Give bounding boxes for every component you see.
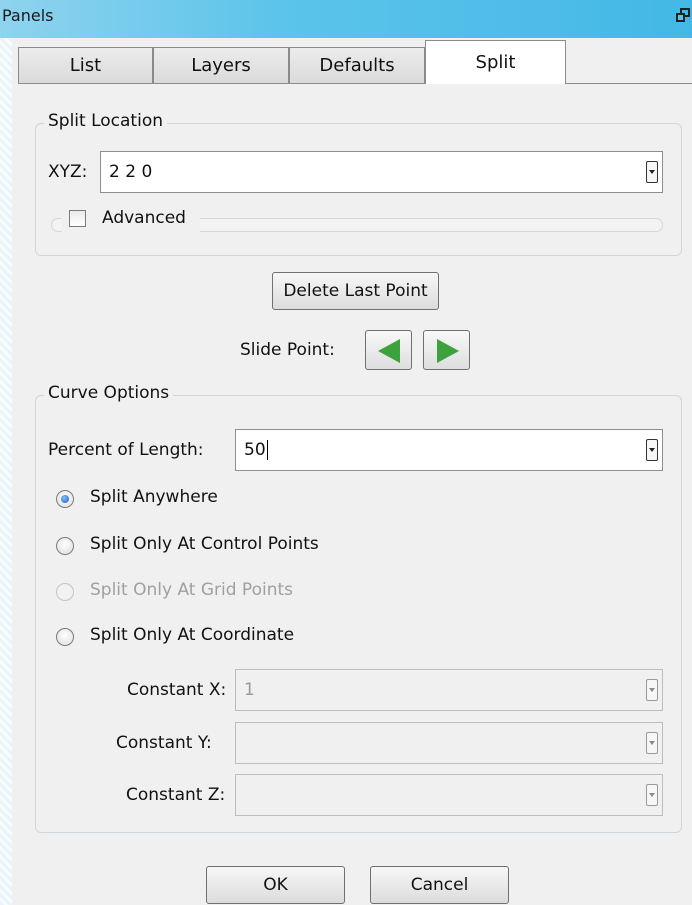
xyz-value: 2 2 0 xyxy=(109,162,153,182)
radio-split-coordinate-label: Split Only At Coordinate xyxy=(90,625,295,645)
advanced-checkbox[interactable] xyxy=(69,210,86,227)
constant-z-input[interactable] xyxy=(235,774,663,816)
radio-split-grid-points xyxy=(56,583,74,601)
percent-of-length-value: 50 xyxy=(244,440,266,460)
ok-button[interactable]: OK xyxy=(206,866,345,904)
tab-split[interactable]: Split xyxy=(425,40,566,84)
slide-point-right-button[interactable] xyxy=(423,330,470,370)
arrow-left-icon xyxy=(378,339,400,363)
panel-title: Panels xyxy=(2,5,54,25)
xyz-input[interactable]: 2 2 0 xyxy=(100,151,663,193)
constant-x-value: 1 xyxy=(244,680,255,700)
constant-x-label: Constant X: xyxy=(127,680,227,700)
slide-point-left-button[interactable] xyxy=(365,330,412,370)
tab-defaults[interactable]: Defaults xyxy=(289,47,425,83)
radio-split-control-points[interactable] xyxy=(56,537,74,555)
slide-point-label: Slide Point: xyxy=(240,340,335,360)
radio-split-coordinate[interactable] xyxy=(56,628,74,646)
radio-split-anywhere[interactable] xyxy=(56,490,74,508)
radio-split-control-points-label: Split Only At Control Points xyxy=(90,534,319,554)
constant-y-input[interactable] xyxy=(235,722,663,764)
tab-list[interactable]: List xyxy=(18,47,153,83)
arrow-right-icon xyxy=(437,339,459,363)
tab-bar: List Layers Defaults Split xyxy=(18,40,618,84)
tab-layers[interactable]: Layers xyxy=(153,47,289,83)
background-pattern xyxy=(0,0,12,905)
xyz-label: XYZ: xyxy=(48,162,88,182)
constant-y-dropdown-button[interactable] xyxy=(646,732,658,754)
radio-split-grid-points-label: Split Only At Grid Points xyxy=(90,580,293,600)
percent-dropdown-button[interactable] xyxy=(646,439,658,461)
curve-options-legend: Curve Options xyxy=(44,383,174,403)
constant-x-dropdown-button[interactable] xyxy=(646,679,658,701)
cancel-button[interactable]: Cancel xyxy=(370,866,509,904)
advanced-label: Advanced xyxy=(102,208,186,228)
undock-icon[interactable] xyxy=(676,8,690,22)
xyz-dropdown-button[interactable] xyxy=(646,161,658,183)
text-cursor xyxy=(266,440,268,460)
constant-y-label: Constant Y: xyxy=(116,733,212,753)
constant-z-label: Constant Z: xyxy=(126,785,226,805)
split-location-legend: Split Location xyxy=(44,111,167,131)
constant-x-input[interactable]: 1 xyxy=(235,669,663,711)
percent-of-length-input[interactable]: 50 xyxy=(235,429,663,471)
percent-of-length-label: Percent of Length: xyxy=(48,440,204,460)
delete-last-point-button[interactable]: Delete Last Point xyxy=(272,272,439,310)
radio-split-anywhere-label: Split Anywhere xyxy=(90,487,218,507)
panel-titlebar: Panels xyxy=(0,0,692,30)
constant-z-dropdown-button[interactable] xyxy=(646,784,658,806)
